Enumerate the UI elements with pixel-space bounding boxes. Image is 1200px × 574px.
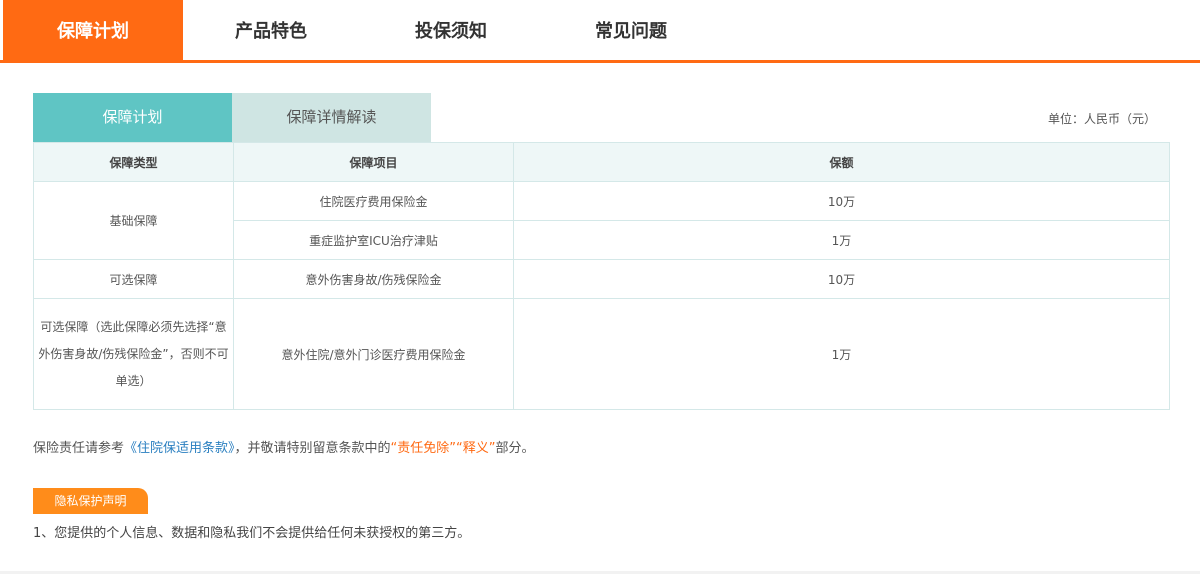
tab-product-features[interactable]: 产品特色	[183, 0, 359, 60]
definitions-highlight: “释义”	[456, 441, 496, 456]
currency-unit-label: 单位：人民币（元）	[1047, 112, 1156, 126]
exclusions-highlight: “责任免除”	[390, 441, 457, 456]
cell-line: 外伤害身故/伤残保险金”，否则不可	[38, 346, 229, 361]
privacy-statement: 1、您提供的个人信息、数据和隐私我们不会提供给任何未获授权的第三方。	[33, 526, 471, 541]
note-suffix: 部分。	[495, 441, 535, 456]
cell-coverage-amount: 1万	[513, 220, 1170, 260]
top-nav: 保障计划 产品特色 投保须知 常见问题	[0, 0, 1200, 63]
cell-coverage-type: 可选保障	[33, 259, 234, 299]
cell-coverage-type: 可选保障（选此保障必须先选择“意 外伤害身故/伤残保险金”，否则不可 单选）	[33, 298, 234, 410]
note-prefix: 保险责任请参考	[33, 441, 125, 456]
cell-coverage-amount: 10万	[513, 259, 1170, 299]
privacy-badge: 隐私保护声明	[33, 488, 148, 514]
subtab-coverage-details[interactable]: 保障详情解读	[232, 93, 431, 142]
cell-line: 可选保障（选此保障必须先选择“意	[40, 319, 227, 334]
header-coverage-type: 保障类型	[33, 142, 234, 182]
table-row: 可选保障（选此保障必须先选择“意 外伤害身故/伤残保险金”，否则不可 单选） 意…	[33, 298, 1170, 410]
cell-coverage-item: 意外伤害身故/伤残保险金	[233, 259, 514, 299]
note-middle: ，并敬请特别留意条款中的	[234, 441, 391, 456]
terms-note: 保险责任请参考《住院保适用条款》，并敬请特别留意条款中的“责任免除”“释义”部分…	[33, 437, 535, 456]
cell-coverage-amount: 1万	[513, 298, 1170, 410]
terms-link[interactable]: 《住院保适用条款》	[124, 441, 235, 456]
cell-coverage-type: 基础保障	[33, 181, 234, 260]
tab-faq[interactable]: 常见问题	[543, 0, 719, 60]
tab-coverage-plan[interactable]: 保障计划	[3, 0, 183, 60]
cell-coverage-item: 重症监护室ICU治疗津贴	[233, 220, 514, 260]
table-header-row: 保障类型 保障项目 保额	[33, 142, 1170, 182]
cell-line: 单选）	[115, 373, 152, 388]
tab-insurance-notice[interactable]: 投保须知	[359, 0, 543, 60]
cell-coverage-item: 意外住院/意外门诊医疗费用保险金	[233, 298, 514, 410]
subtab-coverage-plan[interactable]: 保障计划	[33, 93, 232, 142]
table-row: 基础保障 住院医疗费用保险金 10万	[33, 181, 1170, 260]
header-coverage-amount: 保额	[513, 142, 1170, 182]
cell-coverage-amount: 10万	[513, 181, 1170, 221]
cell-coverage-item: 住院医疗费用保险金	[233, 181, 514, 221]
coverage-table: 保障类型 保障项目 保额 基础保障 住院医疗费用保险金 10万 重症监护室ICU…	[33, 142, 1170, 410]
table-row: 可选保障 意外伤害身故/伤残保险金 10万	[33, 259, 1170, 299]
header-coverage-item: 保障项目	[233, 142, 514, 182]
